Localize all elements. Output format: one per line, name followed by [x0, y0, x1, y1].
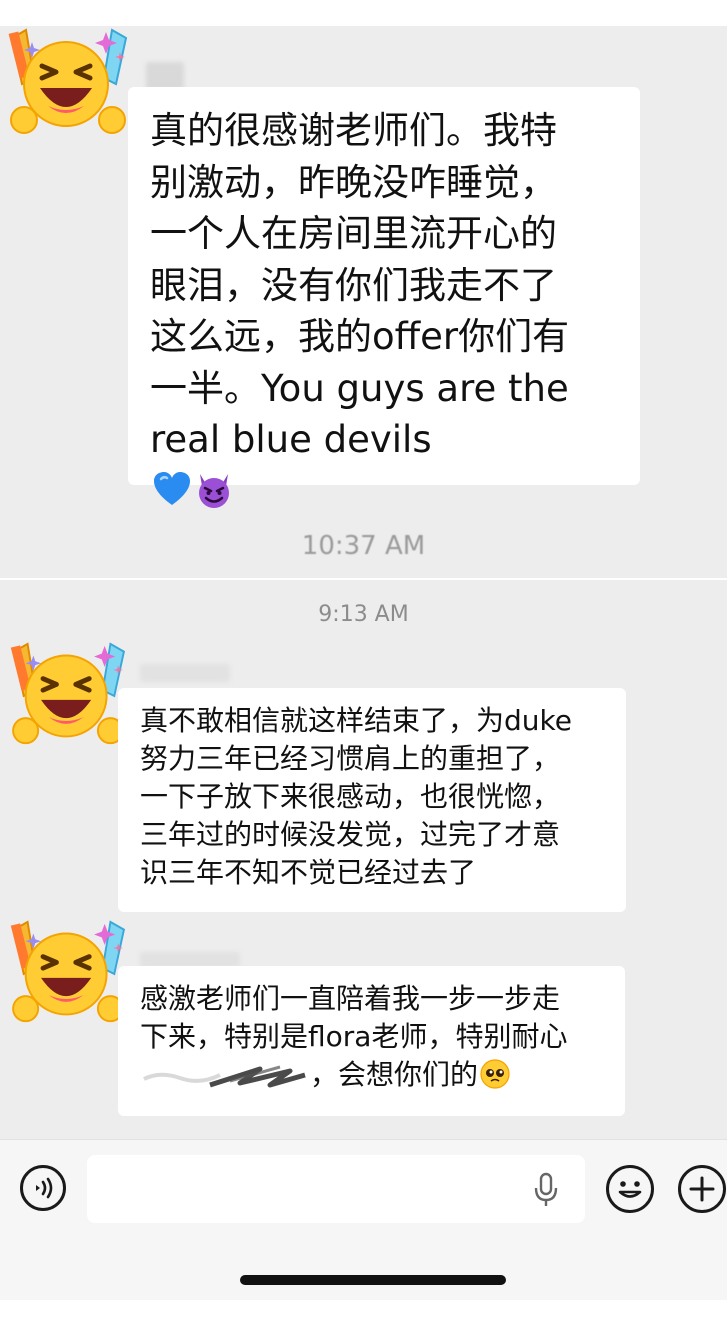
- message-bubble[interactable]: 感激老师们一直陪着我一步一步走 下来，特别是flora老师，特别耐心 ，会想你们…: [118, 966, 625, 1116]
- home-indicator[interactable]: [240, 1275, 506, 1285]
- message-text: 真不敢相信就这样结束了，为duke 努力三年已经习惯肩上的重担了， 一下子放下来…: [140, 704, 572, 889]
- avatar-laughing-emoji-icon[interactable]: [6, 920, 132, 1026]
- message-input[interactable]: [87, 1155, 585, 1223]
- message-text-end: ，会想你们的: [310, 1058, 479, 1091]
- message-bubble[interactable]: 真不敢相信就这样结束了，为duke 努力三年已经习惯肩上的重担了， 一下子放下来…: [118, 688, 626, 912]
- smiling-devil-icon: [194, 470, 234, 510]
- message-text: 感激老师们一直陪着我一步一步走 下来，特别是flora老师，特别耐心: [140, 982, 568, 1053]
- blue-heart-icon: [152, 470, 192, 510]
- emoji-icon[interactable]: [606, 1165, 654, 1213]
- avatar-laughing-emoji-icon[interactable]: [4, 28, 134, 138]
- redaction-scribble: [140, 1061, 310, 1091]
- sender-name-redacted: [140, 664, 230, 682]
- chat-area-top[interactable]: 真的很感谢老师们。我特 别激动，昨晚没咋睡觉， 一个人在房间里流开心的 眼泪，没…: [0, 26, 727, 578]
- chat-area-bottom[interactable]: 9:13 AM 真不敢相信就这样结束了，为duke 努力三年已经习惯肩上的重担了…: [0, 580, 727, 1139]
- voice-icon[interactable]: [20, 1165, 66, 1211]
- pleading-face-icon: [480, 1059, 510, 1089]
- screen: 真的很感谢老师们。我特 别激动，昨晚没咋睡觉， 一个人在房间里流开心的 眼泪，没…: [0, 0, 727, 1326]
- timestamp: 10:37 AM: [301, 531, 426, 561]
- sender-name-redacted: [146, 62, 184, 90]
- plus-icon[interactable]: [678, 1165, 726, 1213]
- mic-icon[interactable]: [533, 1172, 559, 1208]
- message-bubble[interactable]: 真的很感谢老师们。我特 别激动，昨晚没咋睡觉， 一个人在房间里流开心的 眼泪，没…: [128, 87, 640, 508]
- message-text: 真的很感谢老师们。我特 别激动，昨晚没咋睡觉， 一个人在房间里流开心的 眼泪，没…: [150, 109, 570, 461]
- avatar-laughing-emoji-icon[interactable]: [6, 642, 132, 748]
- timestamp: 9:13 AM: [318, 602, 409, 627]
